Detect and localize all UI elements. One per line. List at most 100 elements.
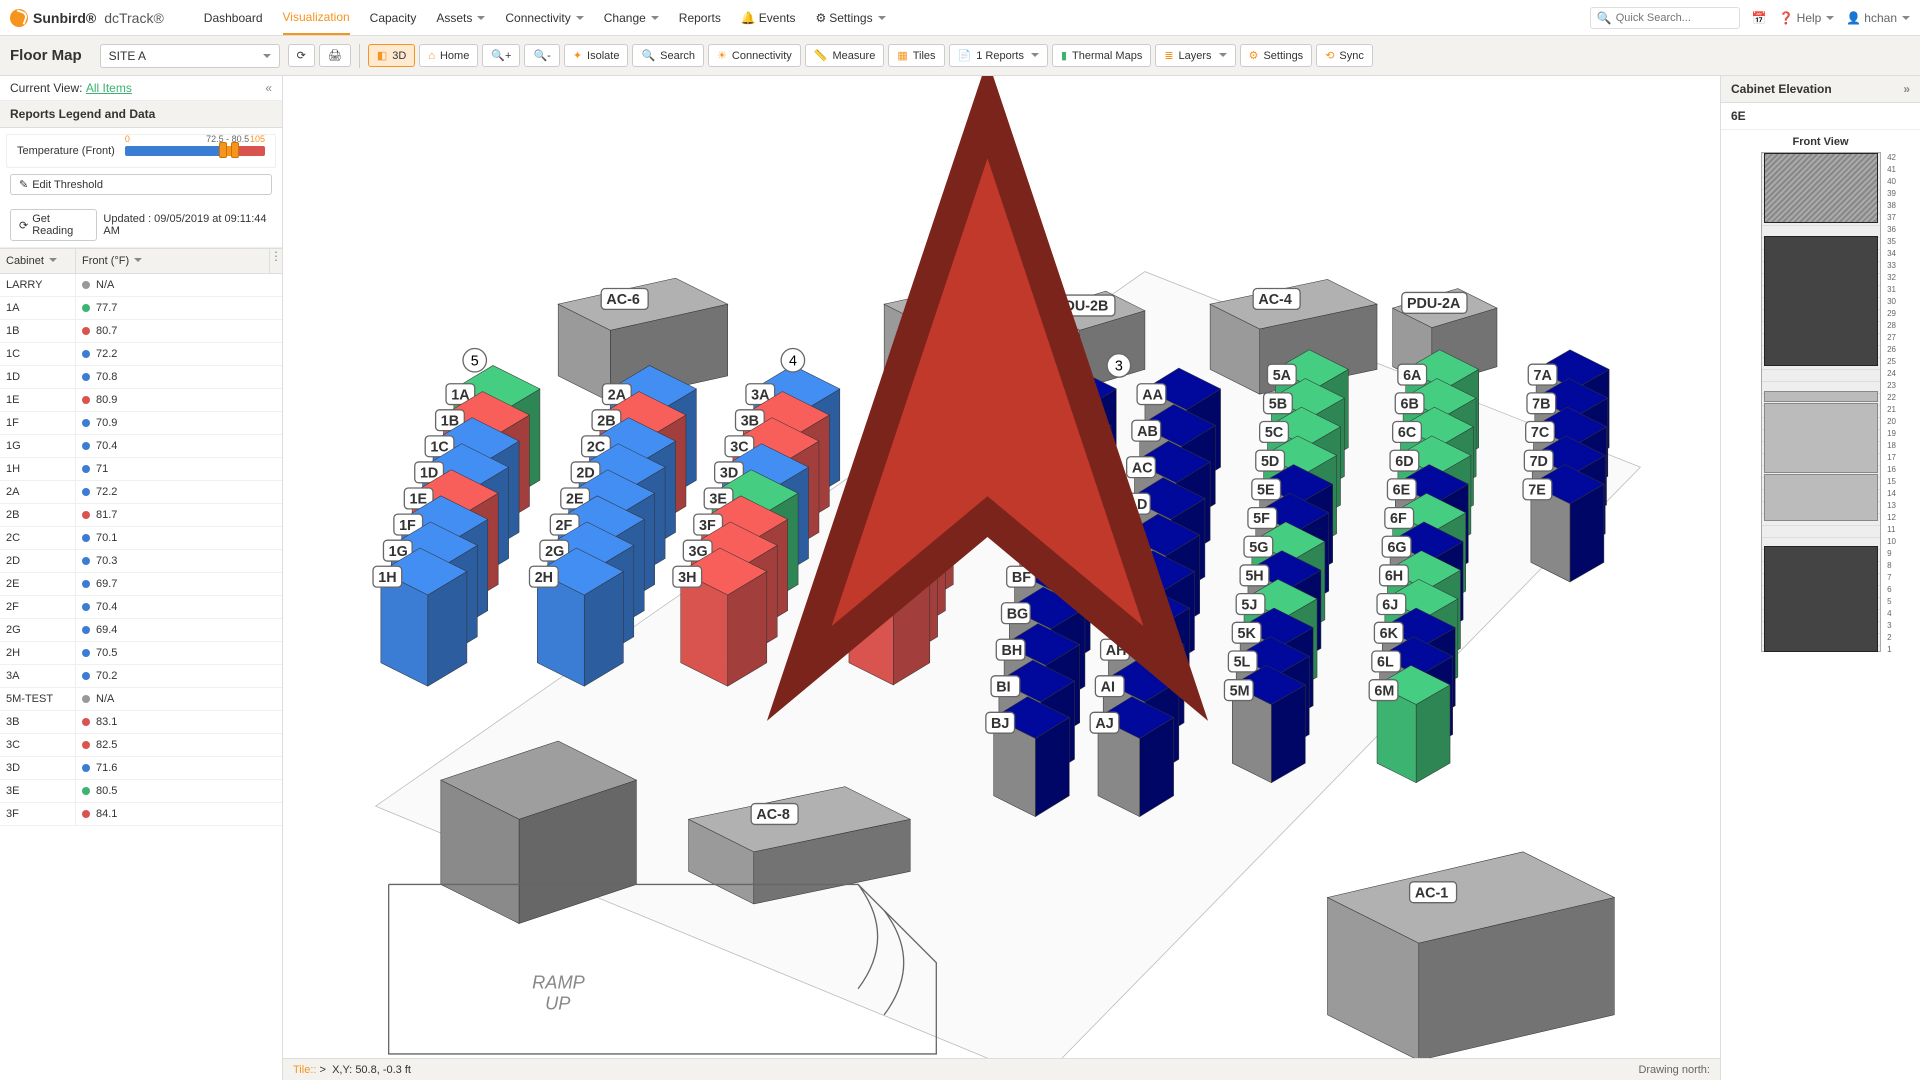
- temperature-slider-row: Temperature (Front) 0 72.5 - 80.5 105: [6, 134, 276, 168]
- table-row[interactable]: 1H71: [0, 458, 282, 481]
- left-panel: Current View: All Items « Reports Legend…: [0, 76, 283, 1080]
- print-button[interactable]: 🖨: [319, 44, 351, 67]
- edit-threshold-button[interactable]: ✎Edit Threshold: [10, 174, 272, 195]
- elevation-cabinet-name: 6E: [1721, 103, 1920, 130]
- table-row[interactable]: 2A72.2: [0, 481, 282, 504]
- calendar-icon[interactable]: 📅: [1752, 11, 1767, 25]
- table-row[interactable]: 2G69.4: [0, 619, 282, 642]
- table-row[interactable]: 2C70.1: [0, 527, 282, 550]
- table-menu-icon[interactable]: ⋮: [270, 249, 282, 273]
- chevron-down-icon: [1824, 11, 1834, 25]
- table-row[interactable]: 3B83.1: [0, 711, 282, 734]
- search-button[interactable]: 🔍Search: [632, 44, 704, 67]
- table-row[interactable]: LARRYN/A: [0, 274, 282, 297]
- report-icon: 📄: [958, 49, 972, 62]
- home-button[interactable]: ⌂Home: [419, 44, 478, 67]
- table-row[interactable]: 2F70.4: [0, 596, 282, 619]
- collapse-left-icon[interactable]: «: [265, 81, 272, 95]
- updated-text: Updated : 09/05/2019 at 09:11:44 AM: [103, 213, 272, 237]
- elevation-header: Cabinet Elevation »: [1721, 76, 1920, 103]
- temp-label: Temperature (Front): [17, 145, 115, 157]
- site-selector[interactable]: SITE A: [100, 44, 280, 68]
- zoom-out-button[interactable]: 🔍-: [524, 44, 559, 67]
- search-input[interactable]: [1616, 12, 1733, 24]
- search-icon: 🔍: [641, 49, 655, 62]
- nav-change[interactable]: Change: [604, 1, 659, 35]
- reports-button[interactable]: 📄1 Reports: [949, 44, 1048, 67]
- zoom-in-icon: 🔍+: [491, 49, 511, 62]
- viewport-footer: Tile:: > X,Y: 50.8, -0.3 ft Drawing nort…: [283, 1058, 1720, 1080]
- user-menu[interactable]: 👤hchan: [1846, 11, 1910, 25]
- nav-settings[interactable]: ⚙ Settings: [815, 1, 885, 35]
- sync-button[interactable]: ⟲Sync: [1316, 44, 1373, 67]
- current-view-link[interactable]: All Items: [86, 81, 132, 95]
- table-row[interactable]: 1B80.7: [0, 320, 282, 343]
- table-row[interactable]: 1E80.9: [0, 389, 282, 412]
- nav-capacity[interactable]: Capacity: [370, 1, 417, 35]
- isolate-button[interactable]: ✦Isolate: [564, 44, 629, 67]
- rack-elevation[interactable]: [1761, 152, 1881, 652]
- cube-icon: ◧: [377, 49, 387, 62]
- quick-search[interactable]: 🔍: [1590, 7, 1740, 29]
- table-row[interactable]: 1C72.2: [0, 343, 282, 366]
- connectivity-button[interactable]: ☀Connectivity: [708, 44, 801, 67]
- refresh-button[interactable]: ⟳: [288, 44, 315, 67]
- sunbird-logo-icon: [10, 9, 28, 27]
- table-row[interactable]: 2H70.5: [0, 642, 282, 665]
- help-menu[interactable]: ❓Help: [1779, 11, 1835, 25]
- table-row[interactable]: 2B81.7: [0, 504, 282, 527]
- nav-visualization[interactable]: Visualization: [283, 1, 350, 35]
- view-3d-button[interactable]: ◧3D: [368, 44, 415, 67]
- table-header: Cabinet Front (°F) ⋮: [0, 248, 282, 274]
- nav-dashboard[interactable]: Dashboard: [204, 1, 263, 35]
- chevron-down-icon: [261, 49, 271, 63]
- settings-button[interactable]: ⚙Settings: [1240, 44, 1313, 67]
- brand-text: Sunbird®: [33, 10, 96, 26]
- table-row[interactable]: 1D70.8: [0, 366, 282, 389]
- col-front-temp[interactable]: Front (°F): [76, 249, 270, 273]
- gear-icon: ⚙: [815, 11, 826, 25]
- nav-connectivity[interactable]: Connectivity: [505, 1, 583, 35]
- app-text: dcTrack®: [104, 10, 164, 26]
- elevation-view: Front View 42414039383736353433323130292…: [1721, 130, 1920, 1080]
- nav-events[interactable]: 🔔 Events: [741, 1, 796, 35]
- refresh-icon: ⟳: [297, 49, 306, 62]
- table-row[interactable]: 5M-TESTN/A: [0, 688, 282, 711]
- chevron-down-icon: [574, 11, 584, 25]
- table-row[interactable]: 3C82.5: [0, 734, 282, 757]
- top-nav-bar: Sunbird® dcTrack® Dashboard Visualization…: [0, 0, 1920, 36]
- table-row[interactable]: 3D71.6: [0, 757, 282, 780]
- layers-button[interactable]: ≣Layers: [1155, 44, 1235, 67]
- bell-icon: 🔔: [741, 11, 756, 25]
- table-row[interactable]: 1F70.9: [0, 412, 282, 435]
- current-view-label: Current View:: [10, 81, 82, 95]
- expand-right-icon[interactable]: »: [1903, 82, 1910, 96]
- table-row[interactable]: 3F84.1: [0, 803, 282, 826]
- sync-icon: ⟲: [1325, 49, 1334, 62]
- table-row[interactable]: 1G70.4: [0, 435, 282, 458]
- floor-map-viewport[interactable]: AC-6AC-5PDU-2BAC-4PDU-2AAC-8AC-1 1A1B1C1…: [283, 76, 1720, 1080]
- nav-assets[interactable]: Assets: [436, 1, 485, 35]
- tiles-button[interactable]: ▦Tiles: [888, 44, 944, 67]
- zoom-in-button[interactable]: 🔍+: [482, 44, 520, 67]
- table-row[interactable]: 3A70.2: [0, 665, 282, 688]
- refresh-icon: ⟳: [19, 219, 28, 232]
- top-right: 🔍 📅 ❓Help 👤hchan: [1590, 7, 1910, 29]
- table-row[interactable]: 2E69.7: [0, 573, 282, 596]
- table-body: LARRYN/A1A77.71B80.71C72.21D70.81E80.91F…: [0, 274, 282, 1080]
- measure-button[interactable]: 📏Measure: [805, 44, 885, 67]
- table-row[interactable]: 2D70.3: [0, 550, 282, 573]
- compass-icon: [283, 76, 1706, 1050]
- reports-legend-header: Reports Legend and Data: [0, 101, 282, 128]
- get-reading-button[interactable]: ⟳Get Reading: [10, 209, 97, 241]
- zoom-out-icon: 🔍-: [533, 49, 550, 62]
- nav-reports[interactable]: Reports: [679, 1, 721, 35]
- chevron-down-icon: [132, 255, 142, 267]
- thermal-button[interactable]: ▮Thermal Maps: [1052, 44, 1151, 67]
- table-row[interactable]: 3E80.5: [0, 780, 282, 803]
- isolate-icon: ✦: [573, 49, 582, 62]
- col-cabinet[interactable]: Cabinet: [0, 249, 76, 273]
- cabinet-elevation-panel: Cabinet Elevation » 6E Front View 424140…: [1720, 76, 1920, 1080]
- temp-slider[interactable]: 0 72.5 - 80.5 105: [125, 146, 265, 156]
- table-row[interactable]: 1A77.7: [0, 297, 282, 320]
